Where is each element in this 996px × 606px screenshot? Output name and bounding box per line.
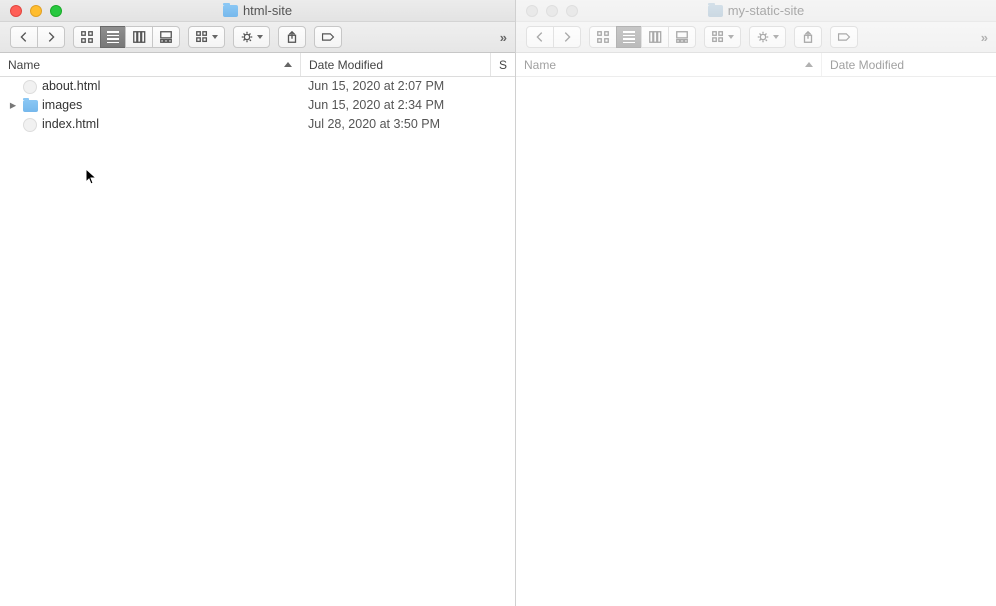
titlebar[interactable]: my-static-site <box>516 0 996 22</box>
traffic-lights <box>0 5 62 17</box>
column-headers: Name Date Modified S <box>0 53 515 77</box>
html-file-icon <box>22 79 38 95</box>
finder-window-right: my-static-site » Name Date Modified <box>515 0 996 606</box>
forward-button[interactable] <box>553 26 581 48</box>
window-title-text: html-site <box>243 3 292 18</box>
file-name: about.html <box>42 77 100 96</box>
view-icon-button[interactable] <box>73 26 101 48</box>
finder-window-left: html-site » Name Date Modified <box>0 0 515 606</box>
column-header-name[interactable]: Name <box>516 53 821 76</box>
column-header-name[interactable]: Name <box>0 53 300 76</box>
group-button[interactable] <box>704 26 741 48</box>
tags-button[interactable] <box>314 26 342 48</box>
share-button[interactable] <box>278 26 306 48</box>
table-row[interactable]: index.html Jul 28, 2020 at 3:50 PM <box>0 115 515 134</box>
group-button[interactable] <box>188 26 225 48</box>
folder-icon <box>22 98 38 114</box>
view-seg <box>589 26 696 48</box>
view-list-button[interactable] <box>100 26 126 48</box>
group-seg <box>188 26 225 48</box>
maximize-button[interactable] <box>566 5 578 17</box>
traffic-lights <box>516 5 578 17</box>
table-row[interactable]: ▸ images Jun 15, 2020 at 2:34 PM <box>0 96 515 115</box>
share-button[interactable] <box>794 26 822 48</box>
file-list[interactable]: about.html Jun 15, 2020 at 2:07 PM ▸ ima… <box>0 77 515 606</box>
nav-seg <box>10 26 65 48</box>
column-headers: Name Date Modified <box>516 53 996 77</box>
view-column-button[interactable] <box>125 26 153 48</box>
file-date: Jul 28, 2020 at 3:50 PM <box>300 115 490 134</box>
forward-button[interactable] <box>37 26 65 48</box>
action-seg <box>749 26 786 48</box>
toolbar-overflow-button[interactable]: » <box>500 22 507 52</box>
window-title: my-static-site <box>516 3 996 18</box>
toolbar: » <box>516 22 996 53</box>
file-name: index.html <box>42 115 99 134</box>
titlebar[interactable]: html-site <box>0 0 515 22</box>
folder-icon <box>223 5 238 17</box>
toolbar: » <box>0 22 515 53</box>
column-header-date[interactable]: Date Modified <box>821 53 996 76</box>
file-date: Jun 15, 2020 at 2:34 PM <box>300 96 490 115</box>
action-button[interactable] <box>233 26 270 48</box>
table-row[interactable]: about.html Jun 15, 2020 at 2:07 PM <box>0 77 515 96</box>
folder-icon <box>708 5 723 17</box>
sort-ascending-icon <box>805 62 813 67</box>
toolbar-overflow-button[interactable]: » <box>981 22 988 52</box>
disclosure-triangle[interactable]: ▸ <box>8 96 18 115</box>
view-icon-button[interactable] <box>589 26 617 48</box>
file-list[interactable] <box>516 77 996 606</box>
minimize-button[interactable] <box>30 5 42 17</box>
window-title: html-site <box>0 3 515 18</box>
back-button[interactable] <box>526 26 554 48</box>
action-seg <box>233 26 270 48</box>
close-button[interactable] <box>10 5 22 17</box>
window-title-text: my-static-site <box>728 3 805 18</box>
view-column-button[interactable] <box>641 26 669 48</box>
action-button[interactable] <box>749 26 786 48</box>
tags-button[interactable] <box>830 26 858 48</box>
html-file-icon <box>22 117 38 133</box>
column-header-size[interactable]: S <box>490 53 515 76</box>
back-button[interactable] <box>10 26 38 48</box>
view-list-button[interactable] <box>616 26 642 48</box>
maximize-button[interactable] <box>50 5 62 17</box>
sort-ascending-icon <box>284 62 292 67</box>
file-date: Jun 15, 2020 at 2:07 PM <box>300 77 490 96</box>
close-button[interactable] <box>526 5 538 17</box>
group-seg <box>704 26 741 48</box>
view-gallery-button[interactable] <box>152 26 180 48</box>
nav-seg <box>526 26 581 48</box>
column-header-date[interactable]: Date Modified <box>300 53 490 76</box>
minimize-button[interactable] <box>546 5 558 17</box>
view-gallery-button[interactable] <box>668 26 696 48</box>
view-seg <box>73 26 180 48</box>
file-name: images <box>42 96 82 115</box>
